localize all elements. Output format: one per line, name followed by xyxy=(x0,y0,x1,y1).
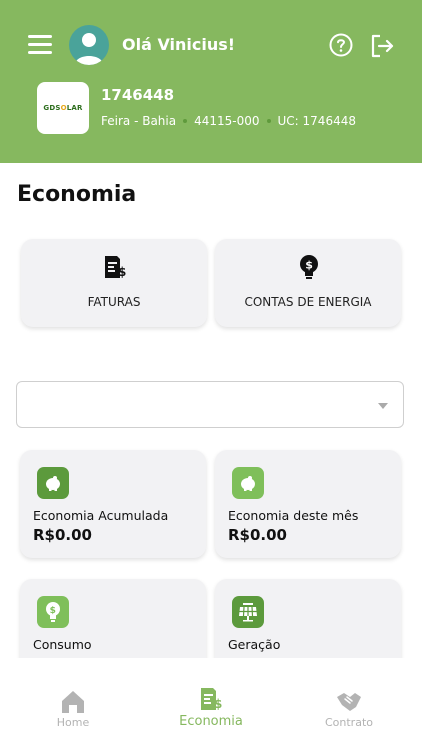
home-icon xyxy=(60,688,86,714)
economia-deste-mes-card: Economia deste mês R$0.00 xyxy=(215,450,401,558)
period-select[interactable] xyxy=(16,381,404,428)
logout-icon[interactable] xyxy=(369,33,395,59)
address-line: Feira - Bahia 44115-000 UC: 1746448 xyxy=(101,114,356,128)
uc-label: UC: 1746448 xyxy=(277,114,356,128)
contas-de-energia-label: CONTAS DE ENERGIA xyxy=(244,295,372,309)
faturas-label: FATURAS xyxy=(87,295,141,309)
svg-text:$: $ xyxy=(50,606,56,616)
cep-text: 44115-000 xyxy=(194,114,260,128)
chevron-down-icon xyxy=(378,403,388,409)
nav-label: Home xyxy=(56,716,90,729)
faturas-button[interactable]: $ FATURAS xyxy=(21,239,207,327)
solar-panel-icon xyxy=(232,596,264,628)
bottom-navigation: Home $ Economia Contrato xyxy=(0,658,422,750)
page-title: Economia xyxy=(17,182,137,207)
avatar[interactable] xyxy=(69,25,109,65)
svg-text:$: $ xyxy=(118,265,126,279)
help-icon[interactable] xyxy=(329,33,353,57)
separator-dot xyxy=(266,119,271,123)
stat-value: R$0.00 xyxy=(33,526,92,544)
invoice-icon: $ xyxy=(198,686,224,712)
nav-label: Contrato xyxy=(324,716,373,729)
city-text: Feira - Bahia xyxy=(101,114,177,128)
stat-title: Consumo xyxy=(33,637,92,652)
energy-bulb-icon: $ xyxy=(296,254,322,280)
nav-contrato[interactable]: Contrato xyxy=(289,688,409,729)
contas-de-energia-button[interactable]: $ CONTAS DE ENERGIA xyxy=(215,239,401,327)
stat-value: R$0.00 xyxy=(228,526,287,544)
hamburger-menu-icon[interactable] xyxy=(28,35,52,55)
handshake-icon xyxy=(336,688,362,714)
piggy-bank-icon xyxy=(37,467,69,499)
nav-label: Economia xyxy=(179,714,243,729)
invoice-icon: $ xyxy=(102,254,128,280)
stat-title: Economia Acumulada xyxy=(33,508,169,523)
uc-title: 1746448 xyxy=(101,86,175,104)
lightbulb-dollar-icon: $ xyxy=(37,596,69,628)
piggy-bank-icon xyxy=(232,467,264,499)
economia-acumulada-card: Economia Acumulada R$0.00 xyxy=(20,450,206,558)
greeting-text: Olá Vinicius! xyxy=(122,35,236,54)
stat-title: Economia deste mês xyxy=(228,508,359,523)
app-header: Olá Vinicius! GDSOLAR 1746448 Feira - Ba… xyxy=(0,0,422,163)
nav-home[interactable]: Home xyxy=(13,688,133,729)
company-logo: GDSOLAR xyxy=(37,82,89,134)
nav-economia[interactable]: $ Economia xyxy=(151,686,271,729)
svg-text:$: $ xyxy=(214,697,222,711)
stat-title: Geração xyxy=(228,637,281,652)
separator-dot xyxy=(183,119,188,123)
svg-text:$: $ xyxy=(305,259,313,272)
